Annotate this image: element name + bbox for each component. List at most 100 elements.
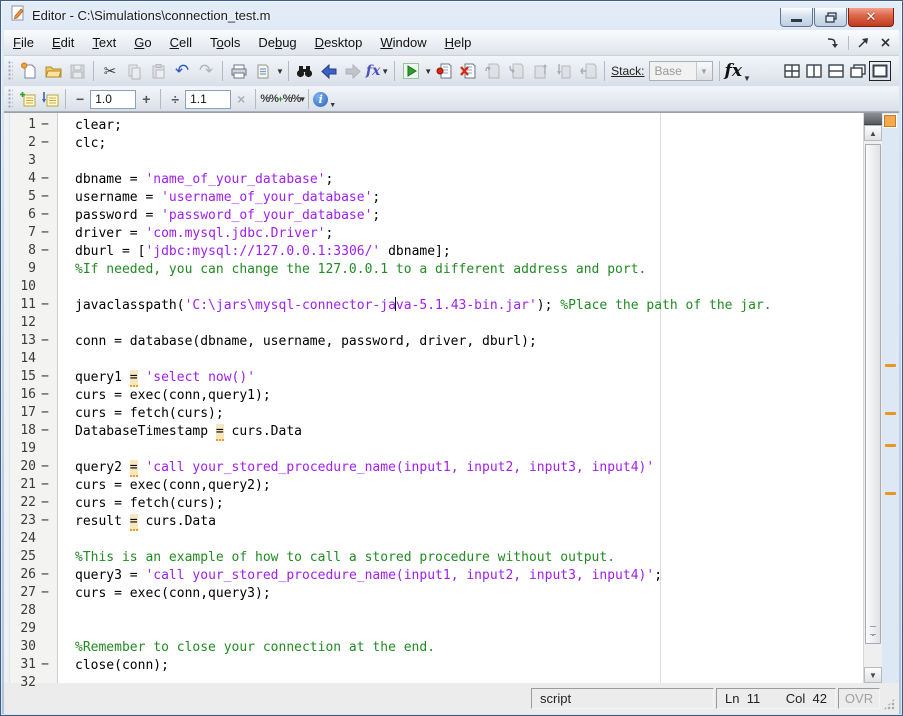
minimize-button[interactable] <box>780 8 813 27</box>
gutter-line[interactable]: 26− <box>10 567 57 585</box>
split-pane-handle[interactable] <box>864 113 882 125</box>
code-line[interactable] <box>75 531 772 549</box>
restore-button[interactable] <box>814 8 847 27</box>
scrollbar-track[interactable] <box>864 141 882 667</box>
copy-button[interactable] <box>122 59 146 83</box>
cut-button[interactable]: ✂ <box>98 59 122 83</box>
scroll-down-button[interactable]: ▼ <box>864 667 882 683</box>
close-button[interactable]: ✕ <box>848 8 894 27</box>
code-line[interactable]: curs = exec(conn,query2); <box>75 477 772 495</box>
gutter-line[interactable]: 31− <box>10 657 57 675</box>
print-button[interactable] <box>227 59 251 83</box>
tile-layout-button[interactable] <box>781 61 803 81</box>
menu-item-help[interactable]: Help <box>436 32 481 53</box>
mlint-summary-indicator[interactable] <box>884 115 896 127</box>
gutter-line[interactable]: 23− <box>10 513 57 531</box>
publish-button[interactable] <box>251 59 275 83</box>
step-out-button[interactable] <box>528 59 552 83</box>
code-line[interactable]: query3 = 'call your_stored_procedure_nam… <box>75 567 772 585</box>
gutter-line[interactable]: 32 <box>10 675 57 693</box>
scroll-up-button[interactable]: ▲ <box>864 125 882 141</box>
code-line[interactable]: clear; <box>75 117 772 135</box>
warning-marker-line-20[interactable] <box>885 444 896 447</box>
cell-toolbar-grip[interactable] <box>8 89 13 109</box>
gutter-line[interactable]: 15− <box>10 369 57 387</box>
gutter-line[interactable]: 9 <box>10 261 57 279</box>
gutter-line[interactable]: 27− <box>10 585 57 603</box>
menu-item-desktop[interactable]: Desktop <box>306 32 372 53</box>
gutter-line[interactable]: 5− <box>10 189 57 207</box>
next-cell-button[interactable] <box>39 89 61 109</box>
increment-step-field[interactable] <box>90 90 136 109</box>
go-forward-button[interactable] <box>341 59 365 83</box>
undo-button[interactable]: ↶ <box>170 59 194 83</box>
code-line[interactable] <box>75 153 772 171</box>
gutter-line[interactable]: 29 <box>10 621 57 639</box>
code-line[interactable]: dbname = 'name_of_your_database'; <box>75 171 772 189</box>
code-line[interactable]: password = 'password_of_your_database'; <box>75 207 772 225</box>
menu-item-file[interactable]: File <box>4 32 43 53</box>
code-line[interactable]: username = 'username_of_your_database'; <box>75 189 772 207</box>
menu-item-window[interactable]: Window <box>371 32 435 53</box>
split-vertical-button[interactable] <box>803 61 825 81</box>
run-button[interactable] <box>399 59 423 83</box>
code-line[interactable] <box>75 441 772 459</box>
step-button[interactable] <box>480 59 504 83</box>
warning-marker-line-18[interactable] <box>885 412 896 415</box>
code-line[interactable]: javaclasspath('C:\jars\mysql-connector-j… <box>75 297 772 315</box>
code-line[interactable]: query2 = 'call your_stored_procedure_nam… <box>75 459 772 477</box>
gutter-line[interactable]: 6− <box>10 207 57 225</box>
menu-item-text[interactable]: Text <box>83 32 125 53</box>
gutter-line[interactable]: 18− <box>10 423 57 441</box>
multiply-step-field[interactable] <box>185 90 231 109</box>
stack-select[interactable]: Base ▼ <box>649 61 713 81</box>
dock-icon[interactable] <box>824 36 840 50</box>
step-in-button[interactable] <box>504 59 528 83</box>
gutter-line[interactable]: 20− <box>10 459 57 477</box>
message-indicator-bar[interactable] <box>882 113 899 683</box>
scrollbar-thumb[interactable] <box>865 144 881 644</box>
code-area[interactable]: clear;clc; dbname = 'name_of_your_databa… <box>58 113 863 683</box>
set-breakpoint-button[interactable] <box>432 59 456 83</box>
gutter-line[interactable]: 19 <box>10 441 57 459</box>
code-line[interactable]: curs = exec(conn,query1); <box>75 387 772 405</box>
toolbar-grip[interactable] <box>8 61 13 81</box>
run-dropdown-arrow[interactable]: ▼ <box>424 67 432 76</box>
gutter-line[interactable]: 17− <box>10 405 57 423</box>
menu-item-edit[interactable]: Edit <box>43 32 83 53</box>
code-line[interactable]: %If needed, you can change the 127.0.0.1… <box>75 261 772 279</box>
warning-marker-line-15[interactable] <box>885 364 896 367</box>
code-line[interactable]: %Remember to close your connection at th… <box>75 639 772 657</box>
clear-breakpoints-button[interactable] <box>456 59 480 83</box>
code-line[interactable]: close(conn); <box>75 657 772 675</box>
go-back-button[interactable] <box>317 59 341 83</box>
gutter-line[interactable]: 21− <box>10 477 57 495</box>
gutter-line[interactable]: 3 <box>10 153 57 171</box>
float-layout-button[interactable] <box>847 61 869 81</box>
open-file-button[interactable] <box>41 59 65 83</box>
code-line[interactable]: query1 = 'select now()' <box>75 369 772 387</box>
code-line[interactable]: curs = fetch(curs); <box>75 495 772 513</box>
function-hints-button[interactable]: fx ▼ <box>365 59 390 83</box>
gutter-line[interactable]: 4− <box>10 171 57 189</box>
new-script-button[interactable] <box>17 59 41 83</box>
increase-percent-button[interactable]: %%+ <box>260 89 282 109</box>
continue-button[interactable] <box>552 59 576 83</box>
gutter-line[interactable]: 12 <box>10 315 57 333</box>
gutter-line[interactable]: 30 <box>10 639 57 657</box>
decrease-percent-button[interactable]: %%▾ <box>282 89 304 109</box>
undock-icon[interactable] <box>855 36 871 50</box>
increment-button[interactable]: + <box>136 91 156 107</box>
exit-debug-button[interactable] <box>576 59 600 83</box>
gutter-line[interactable]: 1− <box>10 117 57 135</box>
code-line[interactable]: dburl = ['jdbc:mysql://127.0.0.1:3306/' … <box>75 243 772 261</box>
close-document-icon[interactable] <box>877 36 893 50</box>
find-button[interactable] <box>293 59 317 83</box>
code-line[interactable] <box>75 351 772 369</box>
publish-dropdown-arrow[interactable]: ▼ <box>276 67 284 76</box>
info-button[interactable]: i ▼ <box>313 89 336 109</box>
gutter-line[interactable]: 8− <box>10 243 57 261</box>
code-line[interactable] <box>75 279 772 297</box>
code-line[interactable]: conn = database(dbname, username, passwo… <box>75 333 772 351</box>
gutter-line[interactable]: 16− <box>10 387 57 405</box>
